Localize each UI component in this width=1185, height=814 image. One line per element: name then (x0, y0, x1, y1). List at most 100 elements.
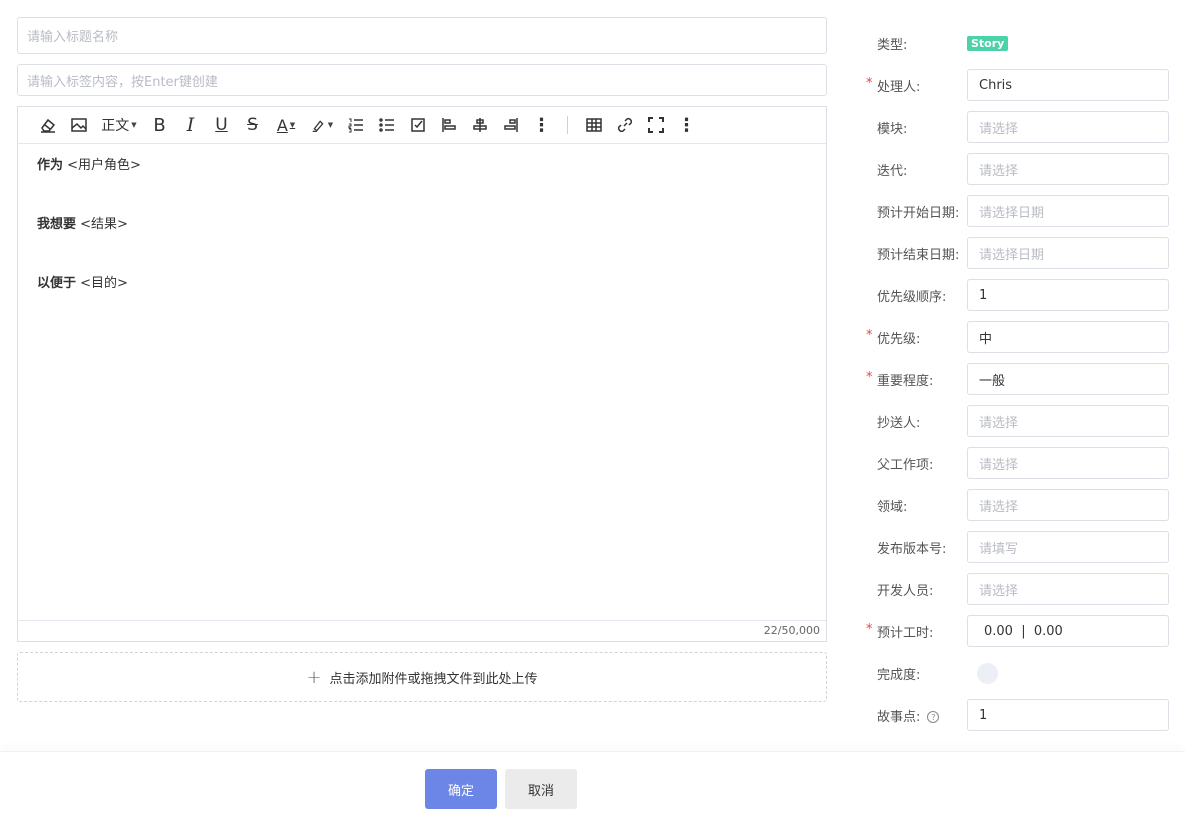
developer-label: 开发人员: (877, 583, 934, 599)
developer-select[interactable]: 请选择 (967, 573, 1169, 605)
editor-line-want-text: <结果> (76, 217, 128, 232)
link-icon[interactable] (609, 112, 640, 138)
type-label: 类型: (877, 37, 908, 53)
parent-select[interactable]: 请选择 (967, 447, 1169, 479)
start-date-picker[interactable]: 请选择日期 (967, 195, 1169, 227)
help-icon[interactable]: ? (927, 711, 940, 723)
table-icon[interactable] (578, 112, 609, 138)
domain-select[interactable]: 请选择 (967, 489, 1169, 521)
cc-label: 抄送人: (877, 415, 921, 431)
module-select[interactable]: 请选择 (967, 111, 1169, 143)
bullet-list-icon[interactable] (371, 112, 402, 138)
end-date-picker[interactable]: 请选择日期 (967, 237, 1169, 269)
priority-value: 中 (979, 331, 993, 347)
hours-value: 0.00 | 0.00 (984, 623, 1063, 639)
assignee-select[interactable]: Chris (967, 69, 1169, 101)
heading-select-label: 正文 (101, 118, 130, 134)
heading-select[interactable]: 正文 ▼ (94, 112, 144, 138)
domain-row: 领域: 请选择 (866, 489, 1176, 521)
editor-toolbar: 正文 ▼ B I U S A ▼ ▼ ⋮ ⋮ (18, 107, 826, 144)
priority-row: * 优先级: 中 (866, 321, 1176, 353)
todo-icon[interactable] (402, 112, 433, 138)
editor-content[interactable]: 作为 <用户角色> 我想要 <结果> 以便于 <目的> (18, 144, 826, 345)
module-placeholder: 请选择 (979, 121, 1019, 137)
hours-label-wrap: * 预计工时: (866, 622, 967, 641)
type-row: 类型: Story (866, 27, 1176, 59)
progress-row: 完成度: (866, 657, 1176, 689)
domain-label: 领域: (877, 499, 908, 515)
priority-order-label: 优先级顺序: (877, 289, 947, 305)
required-star: * (866, 621, 873, 637)
underline-icon[interactable]: U (206, 112, 237, 138)
importance-label-wrap: * 重要程度: (866, 370, 967, 389)
story-points-label-wrap: 故事点:? (866, 706, 967, 725)
char-counter: 22/50,000 (18, 620, 826, 641)
chevron-down-icon: ▼ (289, 121, 296, 129)
font-color-icon[interactable]: A ▼ (268, 112, 304, 138)
cc-row: 抄送人: 请选择 (866, 405, 1176, 437)
align-right-icon[interactable] (495, 112, 526, 138)
chevron-down-icon: ▼ (131, 121, 137, 129)
editor-line-so-that-keyword: 以便于 (37, 276, 77, 291)
progress-label: 完成度: (877, 667, 921, 683)
end-date-label: 预计结束日期: (877, 247, 960, 263)
editor-line-so-that: 以便于 <目的> (37, 274, 807, 294)
priority-order-row: 优先级顺序: 1 (866, 279, 1176, 311)
more-icon[interactable]: ⋮ (526, 112, 557, 138)
domain-placeholder: 请选择 (979, 499, 1019, 515)
left-panel: 请输入标题名称 请输入标签内容，按Enter键创建 正文 ▼ B I U S A ▼… (17, 17, 827, 702)
editor-line-as-keyword: 作为 (37, 158, 64, 173)
parent-label: 父工作项: (877, 457, 934, 473)
module-label: 模块: (877, 121, 908, 137)
editor-line-so-that-text: <目的> (76, 276, 128, 291)
image-icon[interactable] (63, 112, 94, 138)
cancel-button[interactable]: 取消 (505, 769, 577, 809)
fullscreen-icon[interactable] (640, 112, 671, 138)
story-points-label: 故事点: (877, 709, 921, 725)
priority-order-input[interactable]: 1 (967, 279, 1169, 311)
release-input[interactable]: 请填写 (967, 531, 1169, 563)
highlight-icon[interactable]: ▼ (304, 112, 340, 138)
strikethrough-icon[interactable]: S (237, 112, 268, 138)
align-center-icon[interactable] (464, 112, 495, 138)
developer-placeholder: 请选择 (979, 583, 1019, 599)
developer-row: 开发人员: 请选择 (866, 573, 1176, 605)
priority-label: 优先级: (877, 331, 921, 347)
iteration-label: 迭代: (877, 163, 908, 179)
required-star: * (866, 75, 873, 91)
align-left-icon[interactable] (433, 112, 464, 138)
confirm-button[interactable]: 确定 (425, 769, 497, 809)
progress-ring[interactable] (977, 662, 998, 684)
cc-select[interactable]: 请选择 (967, 405, 1169, 437)
importance-value: 一般 (979, 373, 1006, 389)
iteration-select[interactable]: 请选择 (967, 153, 1169, 185)
hours-input[interactable]: 0.00 | 0.00 (967, 615, 1169, 647)
eraser-icon[interactable] (32, 112, 63, 138)
importance-row: * 重要程度: 一般 (866, 363, 1176, 395)
priority-order-value: 1 (979, 287, 988, 303)
bold-icon[interactable]: B (144, 112, 175, 138)
more-icon-2[interactable]: ⋮ (671, 112, 702, 138)
story-points-value: 1 (979, 707, 988, 723)
attachment-upload-area[interactable]: + 点击添加附件或拖拽文件到此处上传 (17, 652, 827, 702)
dialog-footer: 确定 取消 (0, 751, 1185, 814)
assignee-value: Chris (979, 77, 1013, 93)
story-points-row: 故事点:? 1 (866, 699, 1176, 731)
parent-placeholder: 请选择 (979, 457, 1019, 473)
tags-input[interactable]: 请输入标签内容，按Enter键创建 (17, 64, 827, 96)
hours-label: 预计工时: (877, 625, 934, 641)
rich-text-editor: 正文 ▼ B I U S A ▼ ▼ ⋮ ⋮ 作为 <用户角色> 我想要 <结果> … (17, 106, 827, 642)
editor-line-as-text: <用户角色> (63, 158, 141, 173)
title-placeholder: 请输入标题名称 (27, 30, 119, 45)
parent-row: 父工作项: 请选择 (866, 447, 1176, 479)
end-date-placeholder: 请选择日期 (979, 247, 1045, 263)
priority-select[interactable]: 中 (967, 321, 1169, 353)
importance-select[interactable]: 一般 (967, 363, 1169, 395)
importance-label: 重要程度: (877, 373, 934, 389)
story-points-input[interactable]: 1 (967, 699, 1169, 731)
title-input[interactable]: 请输入标题名称 (17, 17, 827, 54)
ordered-list-icon[interactable] (340, 112, 371, 138)
start-date-label: 预计开始日期: (877, 205, 960, 221)
start-date-row: 预计开始日期: 请选择日期 (866, 195, 1176, 227)
italic-icon[interactable]: I (175, 112, 206, 138)
